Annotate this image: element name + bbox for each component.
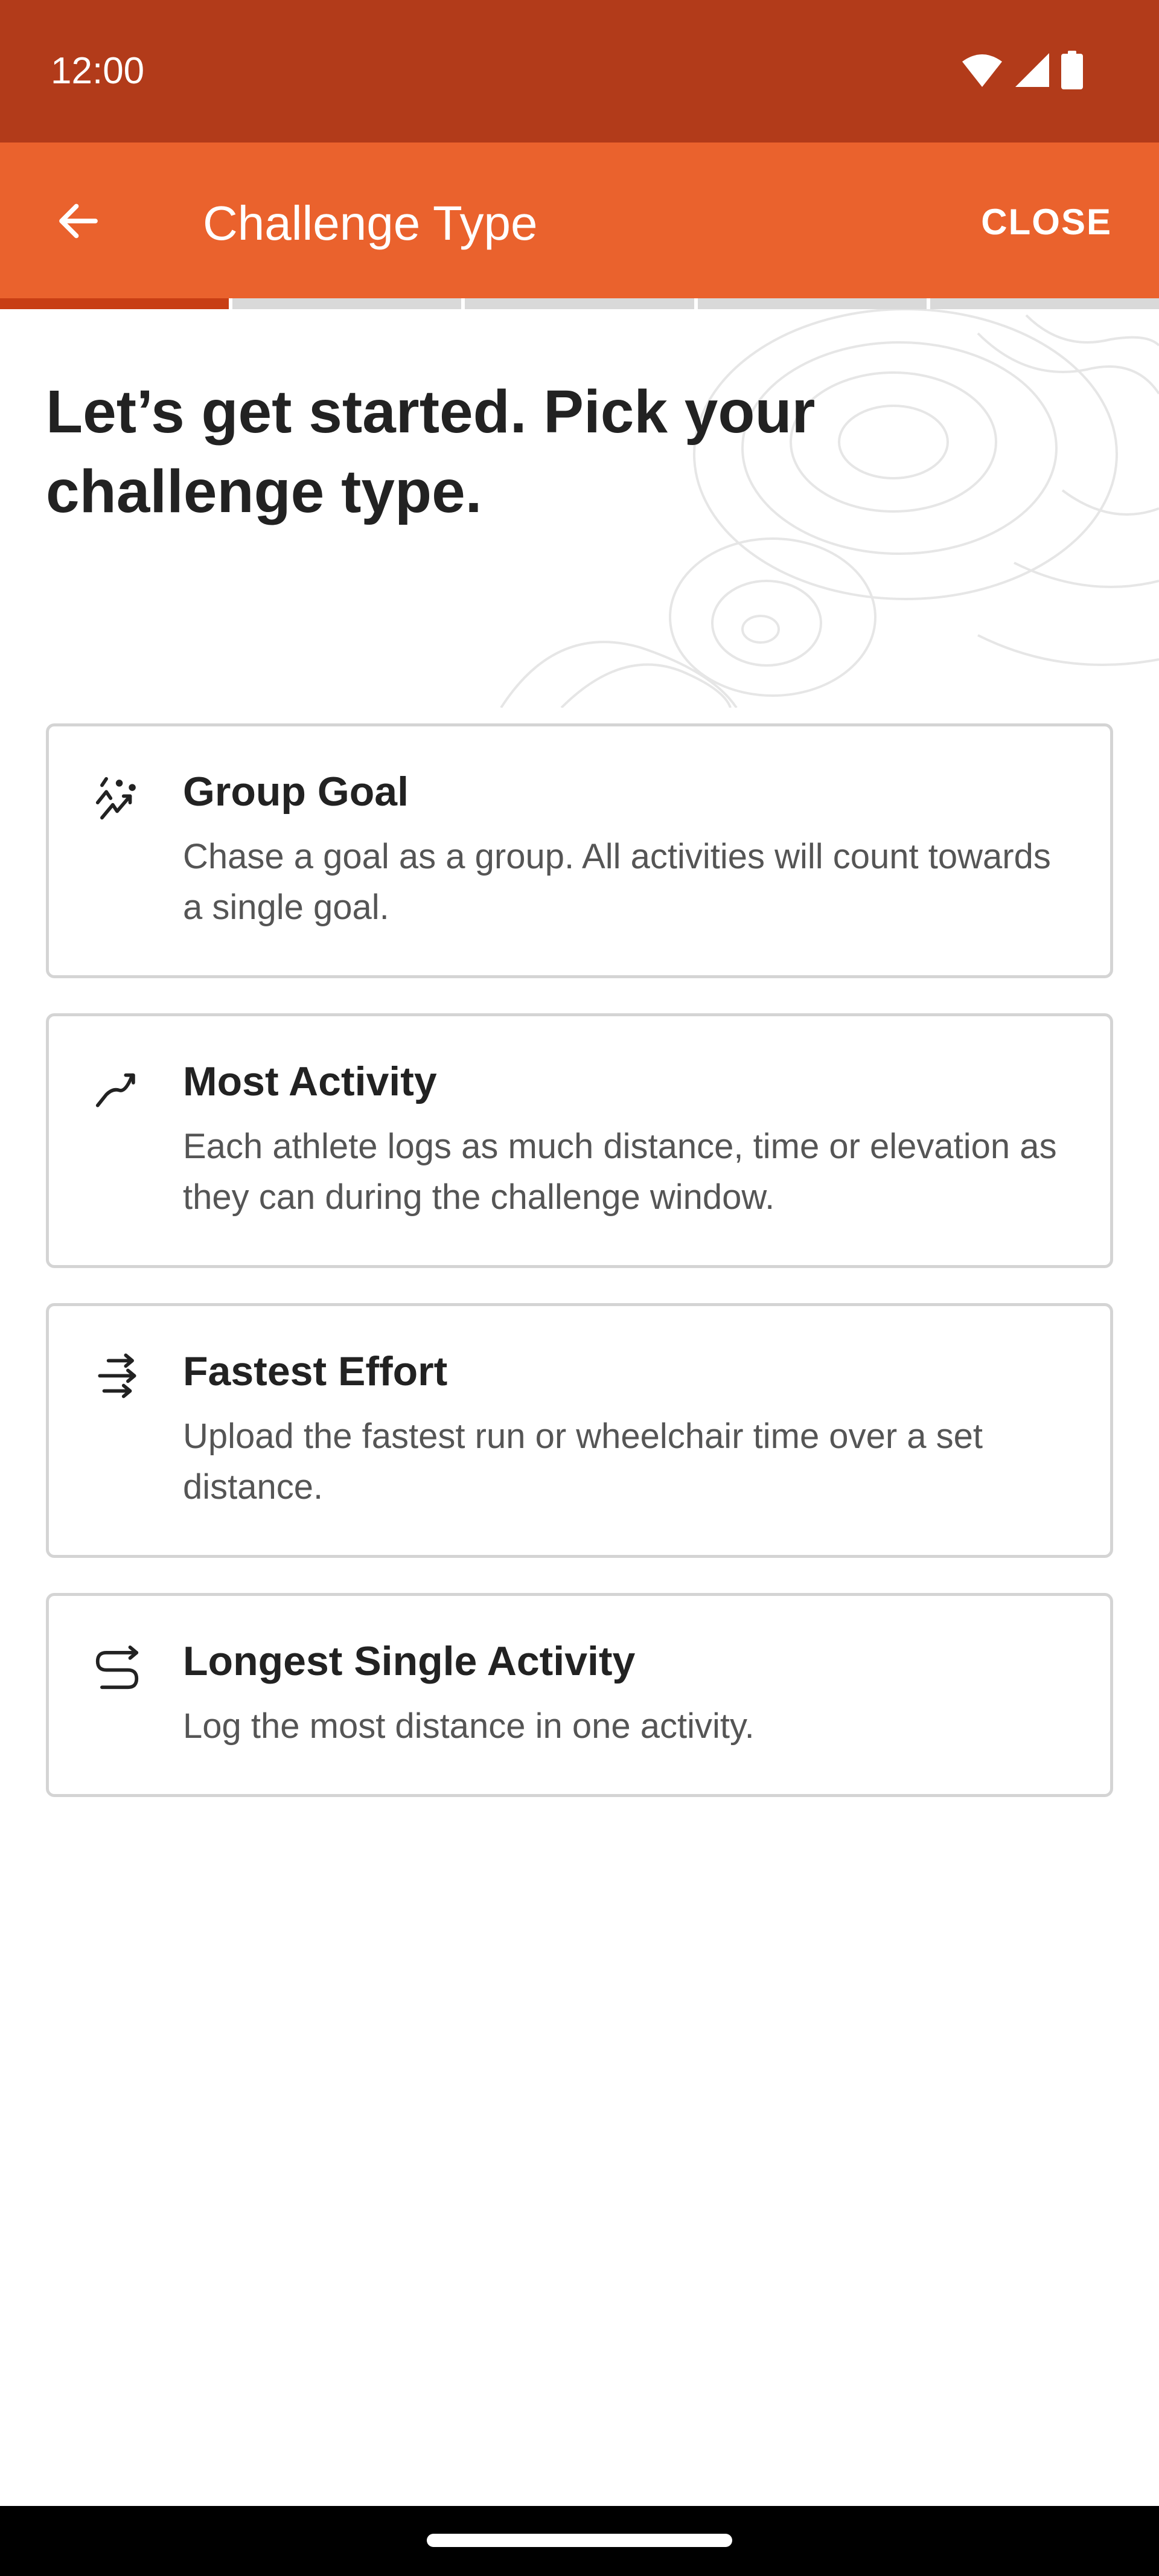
option-description: Chase a goal as a group. All activities … (183, 837, 1051, 927)
route-icon (95, 1645, 139, 1690)
option-most-activity[interactable]: Most Activity Each athlete logs as much … (46, 1013, 1113, 1268)
option-title: Most Activity (183, 1059, 437, 1104)
app-bar: Challenge Type CLOSE (0, 143, 1159, 298)
progress-step-1 (0, 298, 229, 309)
challenge-type-list: Group Goal Chase a goal as a group. All … (46, 723, 1113, 1832)
page-title: Challenge Type (203, 196, 538, 250)
option-title: Fastest Effort (183, 1348, 448, 1394)
battery-icon (1061, 51, 1083, 89)
option-title: Group Goal (183, 769, 409, 815)
option-group-goal[interactable]: Group Goal Chase a goal as a group. All … (46, 723, 1113, 978)
system-nav-bar (0, 2506, 1159, 2576)
status-time: 12:00 (51, 50, 145, 92)
progress-step-2 (232, 298, 462, 309)
speed-arrows-icon (98, 1353, 136, 1399)
option-title: Longest Single Activity (183, 1638, 636, 1684)
wifi-icon (962, 54, 1002, 87)
option-description: Upload the fastest run or wheelchair tim… (183, 1417, 983, 1507)
status-bar: 12:00 (0, 0, 1159, 143)
option-fastest-effort[interactable]: Fastest Effort Upload the fastest run or… (46, 1303, 1113, 1558)
status-icons (961, 51, 1083, 89)
progress-step-5 (930, 298, 1159, 309)
group-goal-icon (95, 777, 136, 820)
signal-icon (1015, 53, 1049, 87)
option-description: Each athlete logs as much distance, time… (183, 1127, 1057, 1217)
home-gesture-handle[interactable] (427, 2534, 732, 2547)
progress-step-4 (697, 298, 927, 309)
step-progress (0, 298, 1159, 309)
option-longest-single-activity[interactable]: Longest Single Activity Log the most dis… (46, 1593, 1113, 1797)
back-button[interactable] (42, 185, 115, 257)
page-heading: Let’s get started. Pick your challenge t… (46, 378, 816, 525)
close-button[interactable]: CLOSE (981, 198, 1112, 246)
progress-step-3 (465, 298, 694, 309)
option-description: Log the most distance in one activity. (183, 1706, 755, 1746)
arrow-left-icon (59, 203, 98, 239)
trend-up-icon (95, 1073, 135, 1107)
